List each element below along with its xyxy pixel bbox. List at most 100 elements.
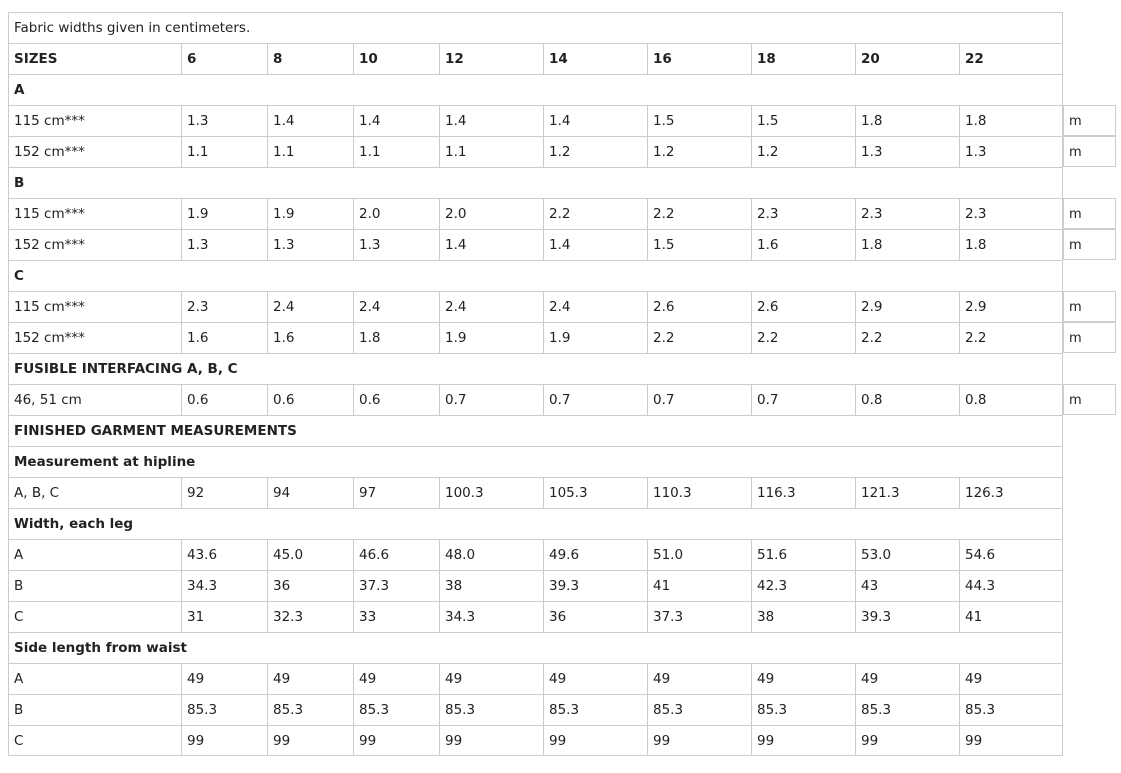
table-cell: 2.3: [751, 198, 855, 229]
section-heading-row: Measurement at hipline: [8, 446, 1116, 477]
row-label: A: [8, 663, 181, 694]
table-row: 115 cm*** 1.9 1.9 2.0 2.0 2.2 2.2 2.3 2.3 2.3 m: [8, 198, 1116, 229]
unit-cell: m: [1063, 136, 1116, 167]
table-cell: 1.3: [181, 229, 267, 260]
table-row: 152 cm*** 1.6 1.6 1.8 1.9 1.9 2.2 2.2 2.2 2.2 m: [8, 322, 1116, 353]
unit-cell: m: [1063, 322, 1116, 353]
table-cell: 85.3: [855, 694, 959, 725]
row-label: 152 cm***: [8, 229, 181, 260]
row-label: 46, 51 cm: [8, 384, 181, 415]
unit-cell: m: [1063, 105, 1116, 136]
table-cell: 0.6: [267, 384, 353, 415]
row-label: 115 cm***: [8, 291, 181, 322]
table-cell: 2.0: [439, 198, 543, 229]
table-cell: 34.3: [439, 601, 543, 632]
table-cell: 1.3: [959, 136, 1063, 167]
table-cell: 1.9: [181, 198, 267, 229]
table-cell: 99: [267, 725, 353, 756]
table-cell: 54.6: [959, 539, 1063, 570]
table-cell: 49: [267, 663, 353, 694]
table-cell: 1.4: [439, 105, 543, 136]
table-cell: 85.3: [647, 694, 751, 725]
section-heading: Measurement at hipline: [8, 446, 1063, 477]
table-cell: 32.3: [267, 601, 353, 632]
size-header: 10: [353, 43, 439, 74]
table-cell: 49: [959, 663, 1063, 694]
table-cell: 33: [353, 601, 439, 632]
size-header: 6: [181, 43, 267, 74]
table-cell: 1.1: [181, 136, 267, 167]
table-cell: 0.7: [439, 384, 543, 415]
table-cell: 36: [267, 570, 353, 601]
table-cell: 51.0: [647, 539, 751, 570]
table-cell: 2.2: [647, 198, 751, 229]
table-cell: 34.3: [181, 570, 267, 601]
table-row: B 85.3 85.3 85.3 85.3 85.3 85.3 85.3 85.3 85.3: [8, 694, 1116, 725]
table-cell: 97: [353, 477, 439, 508]
table-cell: 39.3: [543, 570, 647, 601]
table-row: 115 cm*** 2.3 2.4 2.4 2.4 2.4 2.6 2.6 2.9 2.9 m: [8, 291, 1116, 322]
table-cell: 42.3: [751, 570, 855, 601]
table-cell: 49: [181, 663, 267, 694]
size-header: 18: [751, 43, 855, 74]
table-cell: 0.7: [543, 384, 647, 415]
table-row: 152 cm*** 1.1 1.1 1.1 1.1 1.2 1.2 1.2 1.3 1.3 m: [8, 136, 1116, 167]
table-body: A 115 cm*** 1.3 1.4 1.4 1.4 1.4 1.5 1.5 1.8 1.8 m 15…: [8, 74, 1116, 756]
table-cell: 105.3: [543, 477, 647, 508]
table-cell: 99: [353, 725, 439, 756]
row-label: A, B, C: [8, 477, 181, 508]
table-cell: 2.3: [855, 198, 959, 229]
table-cell: 1.4: [353, 105, 439, 136]
table-cell: 99: [439, 725, 543, 756]
table-cell: 2.2: [543, 198, 647, 229]
table-cell: 1.8: [855, 229, 959, 260]
table-cell: 85.3: [353, 694, 439, 725]
table-cell: 85.3: [751, 694, 855, 725]
table-row: C 31 32.3 33 34.3 36 37.3 38 39.3 41: [8, 601, 1116, 632]
table-cell: 99: [959, 725, 1063, 756]
table-cell: 2.9: [959, 291, 1063, 322]
table-cell: 45.0: [267, 539, 353, 570]
sizes-header-label: SIZES: [8, 43, 181, 74]
table-cell: 99: [751, 725, 855, 756]
table-cell: 2.4: [353, 291, 439, 322]
unit-cell: m: [1063, 291, 1116, 322]
table-cell: 1.9: [439, 322, 543, 353]
table-cell: 49: [353, 663, 439, 694]
table-cell: 0.8: [959, 384, 1063, 415]
table-cell: 49: [855, 663, 959, 694]
table-cell: 1.1: [267, 136, 353, 167]
table-cell: 46.6: [353, 539, 439, 570]
row-label: A: [8, 539, 181, 570]
section-heading-row: FINISHED GARMENT MEASUREMENTS: [8, 415, 1116, 446]
table-cell: 2.2: [959, 322, 1063, 353]
table-cell: 1.2: [543, 136, 647, 167]
table-cell: 1.5: [751, 105, 855, 136]
table-cell: 49.6: [543, 539, 647, 570]
table-cell: 36: [543, 601, 647, 632]
table-cell: 2.3: [181, 291, 267, 322]
note-row: Fabric widths given in centimeters.: [8, 12, 1116, 43]
row-label: C: [8, 725, 181, 756]
table-cell: 121.3: [855, 477, 959, 508]
table-cell: 51.6: [751, 539, 855, 570]
row-label: 115 cm***: [8, 198, 181, 229]
table-cell: 43: [855, 570, 959, 601]
fabric-width-note: Fabric widths given in centimeters.: [8, 12, 1063, 43]
section-heading: FINISHED GARMENT MEASUREMENTS: [8, 415, 1063, 446]
table-cell: 39.3: [855, 601, 959, 632]
row-label: 152 cm***: [8, 322, 181, 353]
table-cell: 2.6: [647, 291, 751, 322]
table-cell: 49: [543, 663, 647, 694]
table-cell: 37.3: [353, 570, 439, 601]
table-cell: 2.0: [353, 198, 439, 229]
table-cell: 1.3: [353, 229, 439, 260]
table-cell: 38: [751, 601, 855, 632]
table-cell: 1.6: [751, 229, 855, 260]
table-cell: 92: [181, 477, 267, 508]
table-cell: 41: [959, 601, 1063, 632]
table-cell: 1.2: [647, 136, 751, 167]
table-cell: 0.6: [353, 384, 439, 415]
table-cell: 43.6: [181, 539, 267, 570]
table-cell: 94: [267, 477, 353, 508]
